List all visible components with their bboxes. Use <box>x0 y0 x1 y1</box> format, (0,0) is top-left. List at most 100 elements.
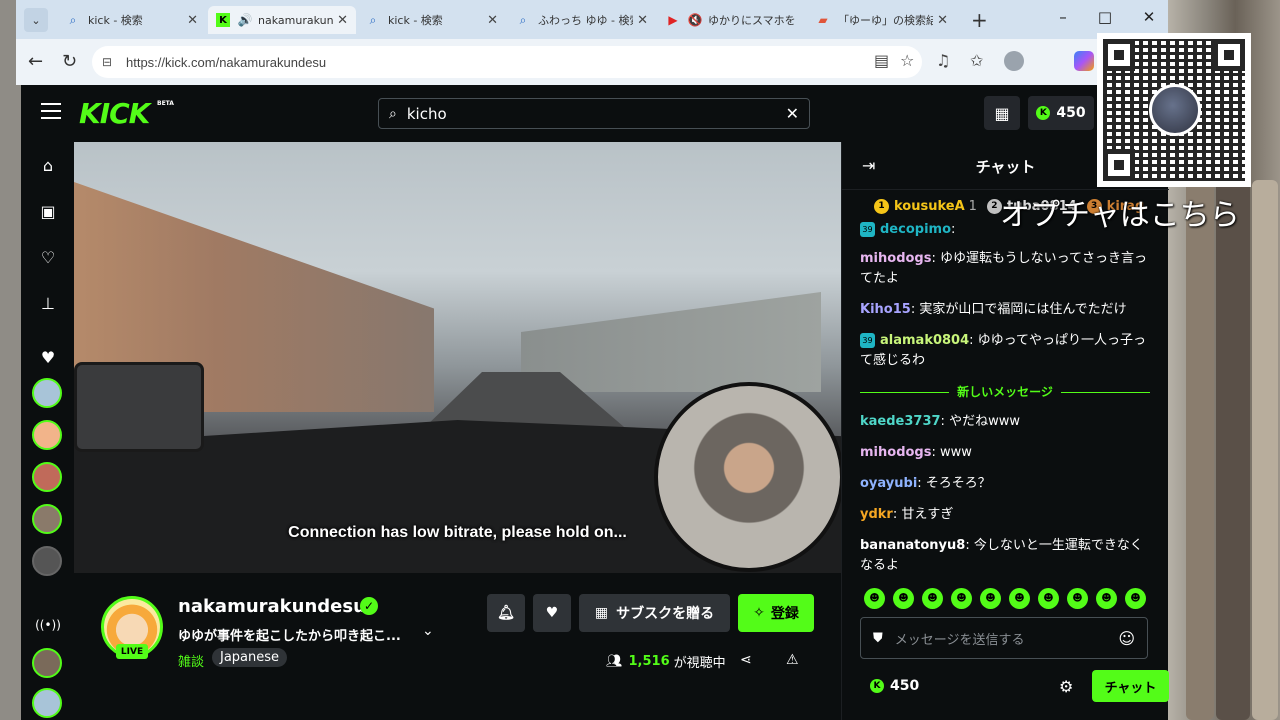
emote-icon[interactable]: ☻ <box>1125 588 1146 609</box>
low-bitrate-notice: Connection has low bitrate, please hold … <box>288 524 627 541</box>
emote-icon[interactable]: ☻ <box>893 588 914 609</box>
emoji-picker-icon[interactable]: ☺ <box>1118 629 1135 648</box>
youtube-favicon-icon: ▶ <box>668 13 678 27</box>
reader-mode-icon[interactable]: ▤ <box>874 51 889 70</box>
tab-yuyu-results[interactable]: ▰ 「ゆーゆ」の検索結果 ✕ <box>808 6 956 34</box>
close-window-button[interactable]: ✕ <box>1134 8 1164 26</box>
menu-icon[interactable] <box>41 103 61 119</box>
close-icon[interactable]: ✕ <box>187 13 198 28</box>
hanging-cloth <box>1216 180 1250 720</box>
gear-icon[interactable]: ⚙ <box>1059 677 1073 696</box>
close-icon[interactable]: ✕ <box>637 13 648 28</box>
clear-search-icon[interactable]: ✕ <box>786 104 799 123</box>
new-tab-button[interactable]: + <box>971 8 988 32</box>
left-sidebar: ⌂ ▣ ♡ ⊥ ♥ ((•)) <box>21 142 74 720</box>
recommended-channel-avatar[interactable] <box>32 648 62 678</box>
favorite-star-icon[interactable]: ☆ <box>900 51 914 70</box>
kick-favicon-icon: K <box>216 13 230 27</box>
site-info-icon[interactable]: ⊟ <box>102 55 116 69</box>
followed-channel-avatar[interactable] <box>32 462 62 492</box>
shield-icon[interactable]: ⛊ <box>873 631 883 646</box>
maximize-button[interactable]: □ <box>1090 8 1120 26</box>
followed-channel-avatar[interactable] <box>32 378 62 408</box>
gift-box-icon[interactable]: ▦ <box>984 96 1020 130</box>
browser-address-bar: ← ↻ ⊟ https://kick.com/nakamurakundesu ▤… <box>16 39 1168 85</box>
emote-icon[interactable]: ☻ <box>951 588 972 609</box>
emote-icon[interactable]: ☻ <box>922 588 943 609</box>
subscribe-button[interactable]: ✧ 登録 <box>738 594 814 632</box>
emote-icon[interactable]: ☻ <box>864 588 885 609</box>
close-icon[interactable]: ✕ <box>487 13 498 28</box>
emote-icon[interactable]: ☻ <box>1038 588 1059 609</box>
notification-bell-button[interactable]: 🔔︎ <box>487 594 525 632</box>
close-icon[interactable]: ✕ <box>337 13 348 28</box>
tab-kick-search-2[interactable]: ⌕ kick - 検索 ✕ <box>358 6 506 34</box>
video-scene-building <box>521 292 821 392</box>
gift-icon: ▦ <box>594 605 609 621</box>
kick-top-nav: KICK BETA ⌕ kicho ✕ ▦ K 450 <box>21 85 1168 142</box>
tab-kick-search-1[interactable]: ⌕ kick - 検索 ✕ <box>58 6 206 34</box>
chat-send-button[interactable]: チャット <box>1092 670 1169 702</box>
emote-icon[interactable]: ☻ <box>1096 588 1117 609</box>
search-icon: ⌕ <box>519 12 527 27</box>
browse-icon[interactable]: ▣ <box>37 200 59 222</box>
following-heart-icon[interactable]: ♡ <box>37 246 59 268</box>
refresh-icon[interactable]: ↻ <box>62 51 77 72</box>
kick-page: KICK BETA ⌕ kicho ✕ ▦ K 450 ⌂ ▣ ♡ ⊥ ♥ ((… <box>21 85 1169 720</box>
live-badge: LIVE <box>116 644 148 659</box>
followed-channel-avatar[interactable] <box>32 504 62 534</box>
favorites-icon[interactable]: ✩ <box>970 51 983 70</box>
search-input[interactable]: ⌕ kicho ✕ <box>378 98 810 129</box>
followed-channel-avatar[interactable] <box>32 420 62 450</box>
kicks-balance-button[interactable]: K 450 <box>1028 96 1094 130</box>
stream-category[interactable]: 雑談 <box>178 651 204 670</box>
followed-channel-avatar[interactable] <box>32 546 62 576</box>
kicks-coin-icon: K <box>870 679 884 693</box>
tab-nakamurakundesu[interactable]: K 🔊 nakamurakundesu ✕ <box>208 6 356 34</box>
qr-finder <box>1213 39 1245 71</box>
url-field[interactable]: ⊟ https://kick.com/nakamurakundesu <box>92 46 922 78</box>
hanging-cloth <box>1252 180 1278 720</box>
qr-pattern <box>1103 39 1245 181</box>
facecam-overlay <box>654 382 841 572</box>
recommended-channel-avatar[interactable] <box>32 688 62 718</box>
search-icon: ⌕ <box>369 12 377 27</box>
gift-sub-button[interactable]: ▦ サブスクを贈る <box>579 594 730 632</box>
emote-icon[interactable]: ☻ <box>1067 588 1088 609</box>
emote-icon[interactable]: ☻ <box>980 588 1001 609</box>
mute-icon[interactable]: 🔇 <box>688 13 703 27</box>
leaderboard-item[interactable]: 1 kousukeA 1 <box>874 198 977 214</box>
home-icon[interactable]: ⌂ <box>37 154 59 176</box>
chat-message-input[interactable]: ⛊ メッセージを送信する ☺ <box>860 617 1148 659</box>
kick-logo[interactable]: KICK <box>79 97 150 130</box>
report-icon[interactable]: ⚠︎ <box>786 652 799 668</box>
channel-name[interactable]: nakamurakundesu <box>178 596 366 617</box>
heart-icon: ♥ <box>545 605 559 621</box>
chat-message: Kiho15: 実家が山口で福岡には住んでただけ <box>860 302 1127 317</box>
leaderboard-icon[interactable]: ⊥ <box>37 292 59 314</box>
search-icon: ⌕ <box>69 12 77 27</box>
follow-heart-button[interactable]: ♥ <box>533 594 571 632</box>
video-player[interactable]: Connection has low bitrate, please hold … <box>74 142 841 573</box>
minimize-button[interactable]: – <box>1048 8 1078 26</box>
language-tag[interactable]: Japanese <box>212 648 288 667</box>
qr-caption: オプチャはこちら <box>1000 198 1240 233</box>
chevron-down-icon[interactable]: ⌄ <box>422 623 434 639</box>
chat-message: kaede3737: やだねwww <box>860 414 1020 429</box>
chat-kicks-balance[interactable]: K 450 <box>870 678 919 694</box>
close-icon[interactable]: ✕ <box>937 13 948 28</box>
speaker-icon[interactable]: 🔊 <box>238 13 253 27</box>
read-aloud-icon[interactable]: ♫ <box>936 51 950 70</box>
tab-actions-menu[interactable]: ⌄ <box>24 8 48 32</box>
profile-avatar[interactable] <box>1004 51 1024 71</box>
verified-check-icon: ✓ <box>360 597 378 615</box>
share-icon[interactable]: ⋖ <box>740 652 752 668</box>
emote-icon[interactable]: ☻ <box>1009 588 1030 609</box>
copilot-icon[interactable] <box>1074 51 1094 71</box>
tab-fuwacchi-search[interactable]: ⌕ ふわっち ゆゆ - 検索 ✕ <box>508 6 656 34</box>
tab-youtube-video[interactable]: ▶ 🔇 ゆかりにスマホを <box>658 6 806 34</box>
qr-center-logo <box>1149 84 1201 136</box>
back-arrow-icon[interactable]: ← <box>28 51 43 72</box>
new-messages-divider: 新しいメッセージ <box>860 382 1150 402</box>
pdf-favicon-icon: ▰ <box>818 13 828 27</box>
